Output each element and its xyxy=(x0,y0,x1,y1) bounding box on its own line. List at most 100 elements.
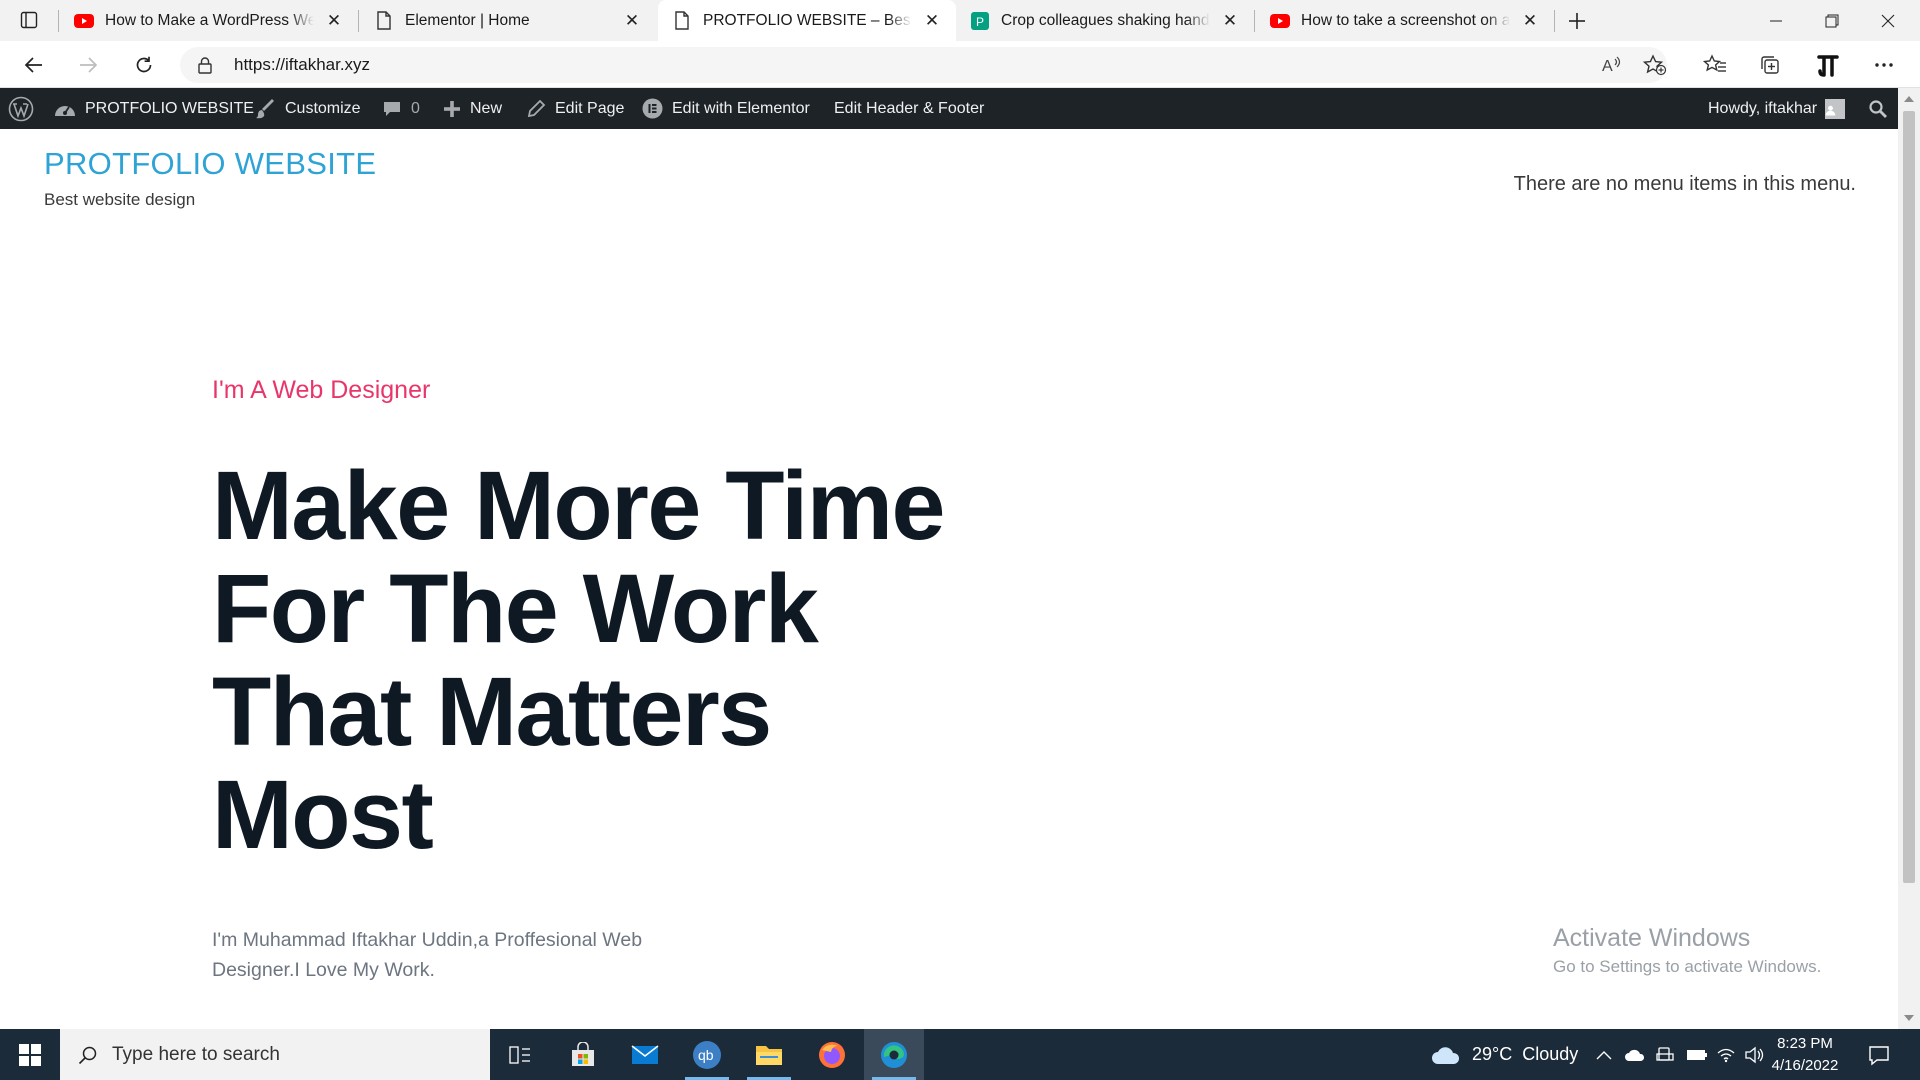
battery-icon[interactable] xyxy=(1686,1029,1708,1080)
read-aloud-icon[interactable]: A xyxy=(1600,54,1622,81)
windows-start-icon[interactable] xyxy=(0,1029,60,1080)
qbittorrent-icon[interactable]: qb xyxy=(677,1029,737,1080)
forward-icon[interactable] xyxy=(70,47,106,83)
close-tab-icon[interactable]: ✕ xyxy=(1220,11,1240,31)
restore-icon[interactable] xyxy=(1804,0,1860,41)
back-icon[interactable] xyxy=(16,47,52,83)
page-icon xyxy=(672,11,692,31)
pexels-icon: P xyxy=(970,11,990,31)
page-content: PROTFOLIO WEBSITE Best website design Th… xyxy=(0,129,1898,1029)
notifications-icon[interactable] xyxy=(1868,1029,1890,1080)
wp-howdy-label: Howdy, iftakhar xyxy=(1708,99,1818,117)
taskbar-search[interactable]: Type here to search xyxy=(60,1029,490,1080)
firefox-icon[interactable] xyxy=(802,1029,862,1080)
tab-wordpress-video[interactable]: How to Make a WordPress Website ✕ xyxy=(60,0,358,41)
tab-portfolio-active[interactable]: PROTFOLIO WEBSITE – Best website design … xyxy=(658,0,956,41)
windows-taskbar: Type here to search qb 29°C Cloudy 8:23 … xyxy=(0,1029,1920,1080)
wp-comments[interactable]: 0 xyxy=(382,88,420,129)
mail-icon[interactable] xyxy=(615,1029,675,1080)
task-view-icon[interactable] xyxy=(490,1029,550,1080)
vertical-scrollbar[interactable] xyxy=(1898,88,1920,1029)
wp-site-name-label: PROTFOLIO WEBSITE xyxy=(85,99,254,117)
more-options-icon[interactable] xyxy=(1866,47,1902,83)
svg-text:P: P xyxy=(976,15,984,29)
elementor-icon xyxy=(642,98,663,119)
tab-actions-icon[interactable] xyxy=(17,8,41,32)
tab-title: Elementor | Home xyxy=(405,11,612,30)
edge-browser-icon[interactable] xyxy=(864,1029,924,1080)
close-tab-icon[interactable]: ✕ xyxy=(324,11,344,31)
onedrive-icon[interactable] xyxy=(1624,1029,1646,1080)
hero-heading: Make More Time For The Work That Matters… xyxy=(212,451,945,869)
taskbar-clock[interactable]: 8:23 PM 4/16/2022 xyxy=(1768,1033,1842,1077)
wp-edit-page-label: Edit Page xyxy=(555,99,625,117)
new-tab-icon[interactable] xyxy=(1562,6,1592,36)
scroll-up-icon[interactable] xyxy=(1904,96,1914,102)
close-tab-icon[interactable]: ✕ xyxy=(1520,11,1540,31)
clock-time: 8:23 PM xyxy=(1777,1035,1833,1052)
wp-edit-elementor-label: Edit with Elementor xyxy=(672,99,810,117)
wordpress-logo-icon[interactable] xyxy=(8,88,43,129)
youtube-icon xyxy=(74,11,94,31)
wp-new-label: New xyxy=(470,99,503,117)
wp-new[interactable]: New xyxy=(443,88,502,129)
wifi-icon[interactable] xyxy=(1716,1029,1736,1080)
lock-icon[interactable] xyxy=(198,56,212,79)
wp-edit-elementor[interactable]: Edit with Elementor xyxy=(642,88,810,129)
taskbar-search-placeholder: Type here to search xyxy=(112,1043,280,1065)
avatar xyxy=(1825,98,1846,119)
svg-text:qb: qb xyxy=(698,1047,714,1063)
microsoft-store-icon[interactable] xyxy=(553,1029,613,1080)
wp-site-name[interactable]: PROTFOLIO WEBSITE xyxy=(54,88,254,129)
wp-edit-page[interactable]: Edit Page xyxy=(527,88,624,129)
pencil-icon xyxy=(527,99,546,118)
hero-intro: I'm Muhammad Iftakhar Uddin,a Proffesion… xyxy=(212,929,643,981)
minimize-icon[interactable] xyxy=(1748,0,1804,41)
tab-screenshot-video[interactable]: How to take a screenshot on a PC ✕ xyxy=(1256,0,1554,41)
comment-icon xyxy=(384,101,400,116)
favorites-icon[interactable] xyxy=(1697,47,1733,83)
refresh-icon[interactable] xyxy=(126,47,162,83)
close-window-icon[interactable] xyxy=(1860,0,1916,41)
hero-eyebrow: I'm A Web Designer xyxy=(212,376,431,404)
collections-icon[interactable] xyxy=(1752,47,1788,83)
wp-edit-header-footer[interactable]: Edit Header & Footer xyxy=(834,88,984,129)
file-explorer-icon[interactable] xyxy=(739,1029,799,1080)
address-bar[interactable]: https://iftakhar.xyz A xyxy=(180,47,1667,83)
close-tab-icon[interactable]: ✕ xyxy=(622,11,642,31)
watermark-title: Activate Windows xyxy=(1553,924,1751,952)
tab-pexels[interactable]: P Crop colleagues shaking hands in offic… xyxy=(956,0,1254,41)
device-icon[interactable] xyxy=(1656,1029,1674,1080)
wp-customize-label: Customize xyxy=(285,99,361,117)
search-icon xyxy=(78,1046,97,1064)
watermark-subtitle: Go to Settings to activate Windows. xyxy=(1553,957,1822,976)
add-favorite-icon[interactable] xyxy=(1642,54,1667,81)
scroll-down-icon[interactable] xyxy=(1904,1015,1914,1021)
close-tab-icon[interactable]: ✕ xyxy=(922,11,942,31)
cloud-icon xyxy=(1432,1046,1460,1064)
wp-customize[interactable]: Customize xyxy=(256,88,361,129)
tab-title: How to Make a WordPress Website xyxy=(105,11,314,30)
activate-windows-watermark: Activate Windows Go to Settings to activ… xyxy=(1553,924,1821,977)
tab-title: Crop colleagues shaking hands in office xyxy=(1001,11,1210,30)
wp-howdy[interactable]: Howdy, iftakhar xyxy=(1708,88,1846,129)
extension-icon[interactable] xyxy=(1810,47,1846,83)
tab-elementor[interactable]: Elementor | Home ✕ xyxy=(360,0,656,41)
wp-admin-bar: PROTFOLIO WEBSITE Customize 0 New Edit P… xyxy=(0,88,1898,129)
tab-title: PROTFOLIO WEBSITE – Best website design xyxy=(703,11,912,30)
plus-icon xyxy=(444,100,460,117)
clock-date: 4/16/2022 xyxy=(1771,1057,1839,1074)
site-title[interactable]: PROTFOLIO WEBSITE xyxy=(44,146,376,182)
weather-text: 29°C Cloudy xyxy=(1472,1044,1579,1064)
svg-text:A: A xyxy=(1602,58,1613,75)
browser-toolbar: https://iftakhar.xyz A xyxy=(0,41,1920,88)
tab-title: How to take a screenshot on a PC xyxy=(1301,11,1510,30)
brush-icon xyxy=(256,98,274,118)
weather-widget[interactable]: 29°C Cloudy xyxy=(1430,1029,1578,1080)
volume-icon[interactable] xyxy=(1744,1029,1764,1080)
youtube-icon xyxy=(1270,11,1290,31)
scrollbar-thumb[interactable] xyxy=(1903,111,1915,883)
wp-search-icon[interactable] xyxy=(1868,88,1897,129)
url-text[interactable]: https://iftakhar.xyz xyxy=(234,55,370,75)
show-hidden-icons-icon[interactable] xyxy=(1596,1029,1612,1080)
